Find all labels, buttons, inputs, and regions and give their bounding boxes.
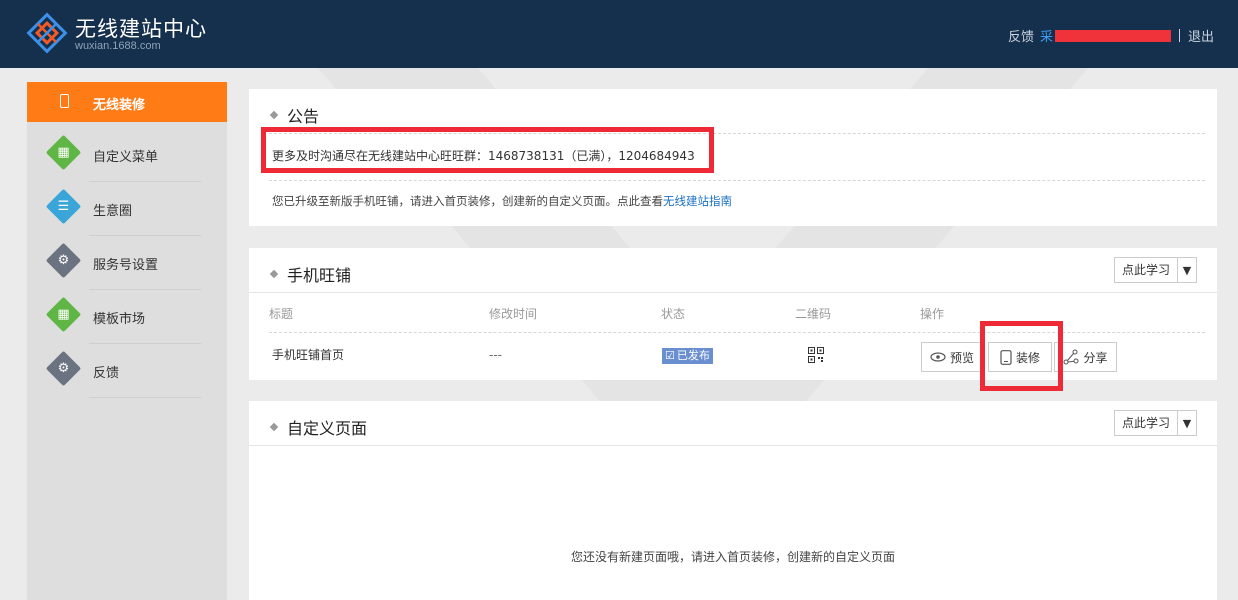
phone-icon: [60, 94, 69, 108]
notice-title: 公告: [269, 103, 320, 127]
checkbox-icon: ☑: [665, 349, 675, 362]
sidebar-item-label: 模板市场: [93, 312, 146, 327]
sidebar-item-label: 服务号设置: [93, 258, 159, 273]
username-redaction: [1054, 29, 1171, 42]
sidebar-item-service-settings[interactable]: ⚙ 服务号设置: [27, 236, 227, 290]
header-divider: [1178, 29, 1180, 42]
caret-down-icon[interactable]: ▼: [1178, 417, 1196, 430]
diamond-bullet-icon: [269, 269, 279, 279]
caret-down-icon[interactable]: ▼: [1178, 264, 1196, 277]
logo-title[interactable]: 无线建站中心: [75, 13, 207, 43]
col-header-actions: 操作: [920, 307, 945, 321]
notice-title-text: 公告: [287, 107, 320, 126]
document-icon: ☰: [57, 199, 70, 214]
learn-button[interactable]: 点此学习: [1115, 258, 1178, 282]
diamond-bullet-icon: [269, 110, 279, 120]
col-header-status: 状态: [661, 307, 686, 321]
sidebar-item-template-market[interactable]: ▦ 模板市场: [27, 290, 227, 344]
qrcode-icon[interactable]: [808, 347, 824, 363]
divider: [89, 397, 201, 398]
feedback-link[interactable]: 反馈: [1008, 26, 1034, 45]
custom-pages-panel: 自定义页面 点此学习 ▼ 您还没有新建页面哦，请进入首页装修，创建新的自定义页面: [249, 401, 1217, 600]
share-icon: [1063, 349, 1079, 365]
divider: [249, 292, 1217, 293]
custom-pages-title-text: 自定义页面: [287, 419, 368, 438]
top-header: 无线建站中心 wuxian.1688.com 反馈 采 退出: [0, 0, 1238, 68]
logo-subtitle: wuxian.1688.com: [75, 40, 161, 52]
learn-button[interactable]: 点此学习: [1115, 411, 1178, 435]
empty-state-text: 您还没有新建页面哦，请进入首页装修，创建新的自定义页面: [570, 550, 895, 564]
highlight-box-decorate: [980, 321, 1063, 391]
sidebar-item-feedback[interactable]: ⚙ 反馈: [27, 344, 227, 398]
row-title: 手机旺铺首页: [272, 348, 345, 362]
row-modified: ---: [489, 348, 502, 362]
grid-icon: ▦: [57, 145, 70, 160]
sidebar-item-label: 无线装修: [93, 98, 146, 113]
custom-pages-title: 自定义页面: [269, 415, 368, 439]
sidebar: 无线装修 ▦ 自定义菜单 ☰ 生意圈 ⚙ 服务号设置 ▦ 模板市场 ⚙ 反馈: [27, 82, 227, 600]
learn-dropdown[interactable]: 点此学习 ▼: [1114, 410, 1197, 436]
username-text: 采: [1039, 30, 1053, 45]
sidebar-item-custom-menu[interactable]: ▦ 自定义菜单: [27, 128, 227, 182]
logo-icon: [26, 12, 68, 54]
sidebar-item-label: 生意圈: [93, 204, 133, 219]
learn-dropdown[interactable]: 点此学习 ▼: [1114, 257, 1197, 283]
status-text: 已发布: [676, 349, 710, 362]
col-header-qrcode: 二维码: [795, 307, 832, 321]
guide-link[interactable]: 无线建站指南: [663, 194, 732, 208]
divider: [269, 332, 1205, 333]
header-user-area: 反馈 采 退出: [1008, 26, 1214, 45]
username-link[interactable]: 采: [1040, 26, 1171, 45]
sidebar-item-label: 反馈: [93, 366, 120, 381]
share-button[interactable]: 分享: [1054, 342, 1117, 372]
sidebar-item-label: 自定义菜单: [93, 150, 159, 165]
grid-icon: ▦: [57, 307, 70, 322]
divider: [269, 180, 1205, 181]
gear-icon: ⚙: [57, 253, 70, 268]
logout-link[interactable]: 退出: [1188, 26, 1214, 45]
notice-upgrade-text: 您已升级至新版手机旺铺，请进入首页装修，创建新的自定义页面。点此查看: [272, 194, 663, 208]
status-badge: ☑ 已发布: [662, 348, 713, 364]
diamond-bullet-icon: [269, 422, 279, 432]
notice-line-upgrade: 您已升级至新版手机旺铺，请进入首页装修，创建新的自定义页面。点此查看无线建站指南: [272, 193, 732, 209]
preview-button[interactable]: 预览: [921, 342, 983, 372]
col-header-modified: 修改时间: [489, 307, 538, 321]
preview-label: 预览: [949, 350, 974, 365]
col-header-title: 标题: [269, 307, 294, 321]
gear-icon: ⚙: [57, 361, 70, 376]
sidebar-item-business-circle[interactable]: ☰ 生意圈: [27, 182, 227, 236]
eye-icon: [930, 352, 946, 362]
mobile-shop-title-text: 手机旺铺: [287, 266, 352, 285]
mobile-shop-title: 手机旺铺: [269, 262, 352, 286]
share-label: 分享: [1083, 350, 1108, 365]
divider: [249, 445, 1217, 446]
sidebar-item-wireless-decor[interactable]: 无线装修: [27, 82, 227, 122]
highlight-box-notice: [261, 127, 714, 173]
